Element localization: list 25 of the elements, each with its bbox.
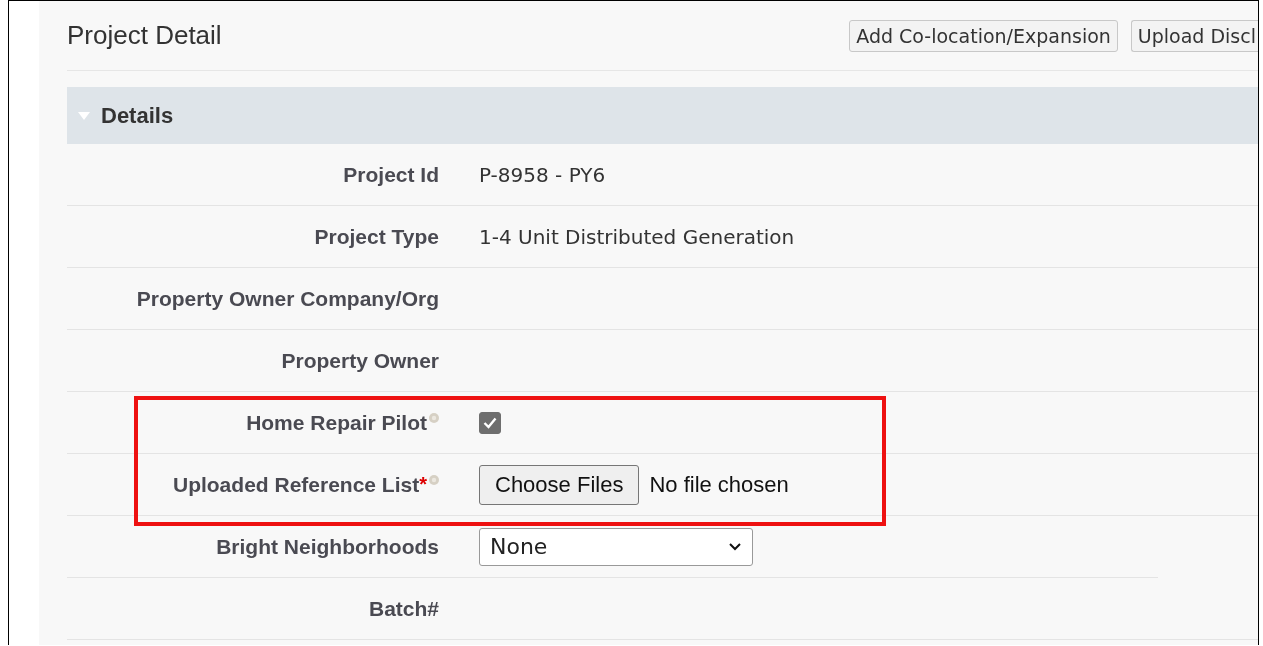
field-label: Project Type — [314, 224, 439, 249]
field-label: Property Owner Company/Org — [136, 286, 439, 311]
required-mark: * — [419, 472, 427, 496]
field-label: Bright Neighborhoods — [216, 534, 439, 559]
choose-files-button[interactable]: Choose Files — [479, 464, 640, 505]
section-title: Details — [101, 102, 174, 129]
field-value: P-8958 - PY6 — [479, 162, 606, 187]
file-status: No file chosen — [649, 471, 789, 498]
field-label: Property Owner — [281, 348, 439, 373]
checkbox[interactable] — [479, 411, 501, 434]
caret-icon — [77, 110, 91, 121]
toolbar-button[interactable]: Add Co-location/Expansion — [849, 19, 1118, 52]
field-label: Project Id — [343, 162, 439, 187]
field-label: Uploaded Reference List — [172, 472, 420, 497]
field-label: Batch# — [368, 596, 439, 621]
help-icon[interactable] — [429, 474, 439, 485]
chevron-icon — [728, 542, 742, 551]
help-icon[interactable] — [429, 412, 439, 423]
toolbar-button[interactable]: Upload Discl — [1130, 19, 1258, 52]
page-title: Project Detail — [67, 20, 222, 51]
field-label: Home Repair Pilot — [246, 410, 427, 435]
field-value: 1-4 Unit Distributed Generation — [479, 224, 795, 249]
section-header[interactable]: Details — [67, 87, 1258, 144]
check-icon — [483, 416, 497, 429]
dropdown[interactable]: None — [479, 527, 753, 566]
